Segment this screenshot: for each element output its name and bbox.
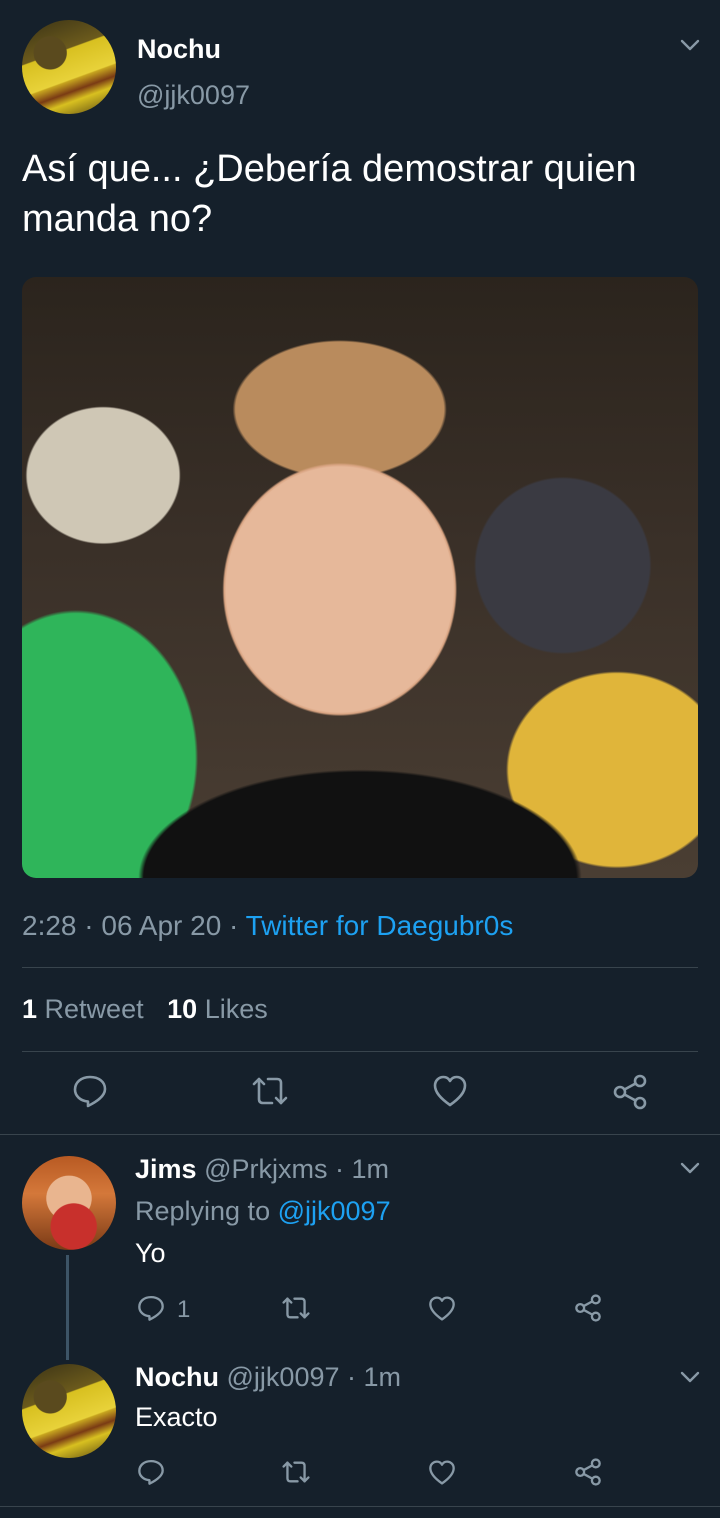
heart-icon[interactable] bbox=[432, 1074, 468, 1108]
tweet-source[interactable]: Twitter for Daegubr0s bbox=[246, 910, 514, 941]
replying-to: Replying to @jjk0097 bbox=[135, 1196, 391, 1227]
reply-text: Yo bbox=[135, 1238, 166, 1268]
reply-icon[interactable] bbox=[72, 1073, 108, 1109]
divider bbox=[0, 1506, 720, 1507]
reply-avatar[interactable] bbox=[22, 1156, 116, 1250]
meta-separator: · bbox=[76, 910, 102, 941]
retweet-icon[interactable] bbox=[280, 1294, 312, 1322]
reply-display-name[interactable]: Jims bbox=[135, 1154, 197, 1184]
author-handle[interactable]: @jjk0097 bbox=[137, 80, 250, 111]
reply-header: Nochu @jjk0097 · 1m bbox=[135, 1362, 401, 1393]
retweet-icon[interactable] bbox=[250, 1073, 290, 1109]
meta-separator: · bbox=[221, 910, 246, 941]
divider bbox=[0, 1134, 720, 1135]
tweet-stats: 1 Retweet 10 Likes bbox=[22, 994, 268, 1025]
author-avatar[interactable] bbox=[22, 20, 116, 114]
divider bbox=[22, 967, 698, 968]
reply-handle[interactable]: @Prkjxms bbox=[204, 1154, 327, 1184]
reply-handle[interactable]: @jjk0097 bbox=[227, 1362, 340, 1392]
share-icon[interactable] bbox=[574, 1458, 602, 1486]
reply-display-name[interactable]: Nochu bbox=[135, 1362, 219, 1392]
heart-icon[interactable] bbox=[428, 1295, 456, 1322]
reply-count: 1 bbox=[177, 1296, 191, 1323]
retweets-count: 1 bbox=[22, 994, 38, 1024]
heart-icon[interactable] bbox=[428, 1459, 456, 1486]
tweet-time: 2:28 bbox=[22, 910, 77, 941]
share-icon[interactable] bbox=[574, 1294, 602, 1322]
meta-separator: · bbox=[339, 1362, 364, 1392]
likes-count: 10 bbox=[167, 994, 198, 1024]
reply-icon[interactable] bbox=[137, 1458, 165, 1486]
meta-separator: · bbox=[327, 1154, 352, 1184]
tweet-photo[interactable] bbox=[22, 277, 698, 878]
reply-icon[interactable] bbox=[137, 1294, 165, 1322]
reply-time: 1m bbox=[363, 1362, 402, 1392]
retweet-icon[interactable] bbox=[280, 1458, 312, 1486]
replying-to-label: Replying to bbox=[135, 1196, 271, 1226]
reply-header: Jims @Prkjxms · 1m bbox=[135, 1154, 389, 1185]
retweets-label: Retweet bbox=[44, 994, 144, 1024]
chevron-down-icon[interactable] bbox=[680, 1370, 700, 1384]
author-display-name[interactable]: Nochu bbox=[137, 34, 221, 65]
replying-to-handle[interactable]: @jjk0097 bbox=[278, 1196, 391, 1226]
chevron-down-icon[interactable] bbox=[680, 38, 700, 52]
tweet-meta: 2:28 · 06 Apr 20 · Twitter for Daegubr0s bbox=[22, 910, 513, 942]
chevron-down-icon[interactable] bbox=[680, 1161, 700, 1175]
tweet-text: Así que... ¿Debería demostrar quien mand… bbox=[22, 148, 637, 240]
reply-avatar[interactable] bbox=[22, 1364, 116, 1458]
thread-line bbox=[66, 1255, 69, 1360]
tweet-date: 06 Apr 20 bbox=[101, 910, 222, 941]
retweet-stat[interactable]: 1 Retweet bbox=[22, 994, 151, 1024]
divider bbox=[22, 1051, 698, 1052]
share-icon[interactable] bbox=[612, 1074, 648, 1110]
likes-stat[interactable]: 10 Likes bbox=[167, 994, 268, 1024]
reply-time: 1m bbox=[351, 1154, 389, 1184]
likes-label: Likes bbox=[204, 994, 268, 1024]
reply-text: Exacto bbox=[135, 1402, 218, 1432]
